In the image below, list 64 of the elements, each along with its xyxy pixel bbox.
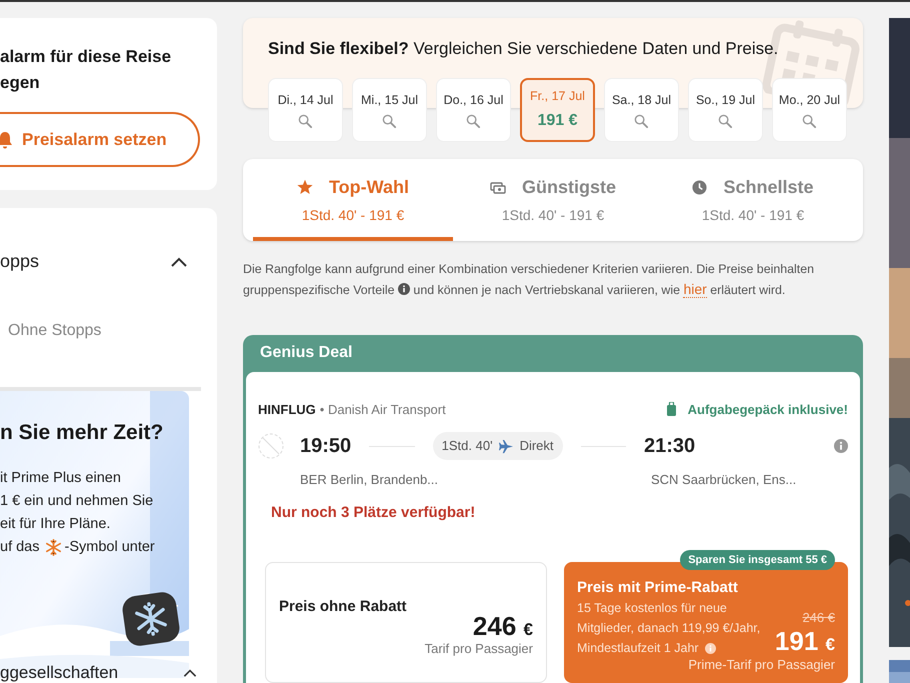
sort-tab[interactable]: Schnellste 1Std. 40' - 191 € <box>653 159 853 240</box>
filter-option[interactable]: Ohne Stopps <box>8 319 217 343</box>
price-title: Preis ohne Rabatt <box>279 597 407 617</box>
filter-title: ggesellschaften <box>0 664 118 681</box>
availability-warning: Nur noch 3 Plätze verfügbar! <box>271 502 476 522</box>
sort-tab[interactable]: Günstigste 1Std. 40' - 191 € <box>453 159 653 240</box>
date-option[interactable]: So., 19 Jul <box>688 78 763 142</box>
promo-heading: n Sie mehr Zeit? <box>0 420 164 446</box>
date-option[interactable]: Mi., 15 Jul <box>352 78 427 142</box>
promo-text: eit für Ihre Pläne. <box>0 514 112 534</box>
flexible-title: Sind Sie flexibel? Vergleichen Sie verschiedene Daten und Preise. <box>268 38 778 60</box>
promo-text: uf das <box>0 538 40 556</box>
date-option[interactable]: Do., 16 Jul <box>436 78 511 142</box>
search-icon <box>634 114 649 129</box>
arrival-airport: SCN Saarbrücken, Ens... <box>651 471 796 489</box>
price-alert-title: alarm für diese Reise egen <box>0 46 172 94</box>
prime-terms: Mitglieder, danach 119,99 €/Jahr, <box>577 620 760 637</box>
price-amount: 191 € <box>774 625 835 658</box>
price-caption: Prime-Tarif pro Passagier <box>688 656 835 674</box>
info-icon[interactable] <box>704 642 716 654</box>
search-icon <box>718 114 733 129</box>
arrival-time: 21:30 <box>644 434 696 459</box>
airline-name: • Danish Air Transport <box>320 400 446 419</box>
search-icon <box>802 114 817 129</box>
chevron-up-icon[interactable] <box>183 668 197 676</box>
suitcase-icon <box>666 402 676 416</box>
promo-text: -Symbol unter <box>64 538 155 556</box>
departure-airport: BER Berlin, Brandenb... <box>300 471 440 489</box>
bell-icon <box>0 130 12 148</box>
price-title: Preis mit Prime-Rabatt <box>577 578 738 598</box>
chevron-up-icon[interactable] <box>171 256 187 266</box>
old-price: 246 € <box>802 609 835 627</box>
airline-logo-icon <box>258 433 284 459</box>
price-alert-button[interactable]: Preisalarm setzen <box>0 112 200 167</box>
price-caption: Tarif pro Passagier <box>424 640 533 658</box>
date-option[interactable]: Mo., 20 Jul <box>772 78 847 142</box>
date-option[interactable]: Di., 14 Jul <box>268 78 343 142</box>
prime-terms: Mindestlaufzeit 1 Jahr <box>577 640 699 657</box>
prime-terms: 15 Tage kostenlos für neue <box>577 600 728 617</box>
date-option[interactable]: Fr., 17 Jul 191 € <box>520 78 595 142</box>
snowflake-icon <box>44 538 62 556</box>
duration-pill: 1Std. 40' Direkt <box>432 432 563 460</box>
search-icon <box>466 114 481 129</box>
search-icon <box>298 114 313 129</box>
filter-title: opps <box>0 250 40 273</box>
baggage-note: Aufgabegepäck inklusive! <box>688 400 848 419</box>
direction-label: HINFLUG <box>258 400 316 418</box>
deal-header: Genius Deal <box>259 343 354 363</box>
savings-badge: Sparen Sie insgesamt 55 € <box>680 550 835 570</box>
sort-tab[interactable]: Top-Wahl 1Std. 40' - 191 € <box>253 159 453 240</box>
date-option[interactable]: Sa., 18 Jul <box>604 78 679 142</box>
star-icon <box>297 179 313 196</box>
clock-icon <box>692 180 708 195</box>
banknote-icon <box>490 180 506 194</box>
departure-time: 19:50 <box>300 434 352 459</box>
info-link[interactable]: hier <box>683 280 707 298</box>
price-amount: 246 € <box>472 610 533 643</box>
search-icon <box>382 114 397 129</box>
info-icon[interactable] <box>398 282 410 294</box>
note-text: Die Rangfolge kann aufgrund einer Kombination verschiedener Kriterien variieren. Die Preise beinhalten gruppenspezifische Vorteile und können je nach Vertriebskanal variieren, wie hier erläutert wird. <box>243 260 815 300</box>
promo-text: 1 € ein und nehmen Sie <box>0 492 154 510</box>
regular-price-card[interactable]: Preis ohne Rabatt 246 € Tarif pro Passagier <box>265 562 547 683</box>
promo-text: it Prime Plus einen <box>0 468 122 488</box>
plane-icon <box>498 438 514 454</box>
